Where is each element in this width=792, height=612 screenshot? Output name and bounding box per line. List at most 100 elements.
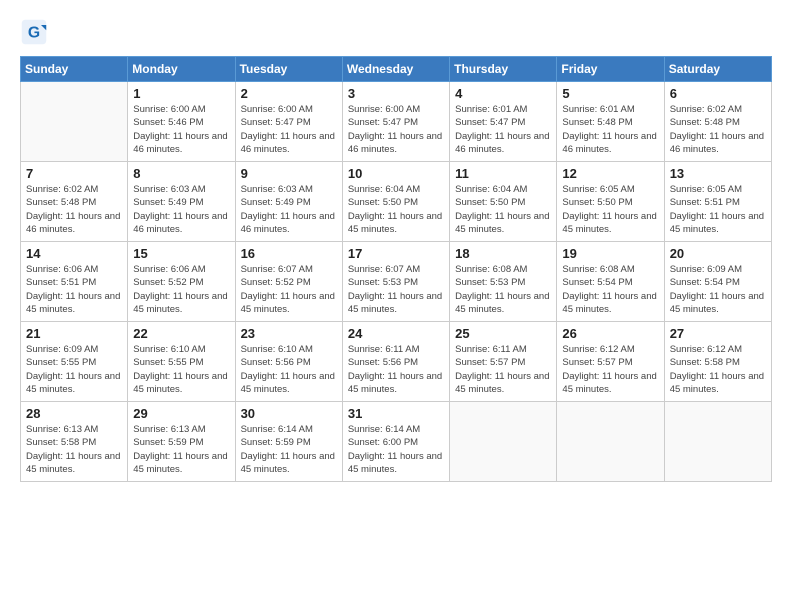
calendar-cell: 2 Sunrise: 6:00 AMSunset: 5:47 PMDaylight… [235,82,342,162]
day-info: Sunrise: 6:13 AMSunset: 5:59 PMDaylight:… [133,423,229,476]
day-number: 30 [241,406,337,421]
day-info: Sunrise: 6:10 AMSunset: 5:56 PMDaylight:… [241,343,337,396]
day-number: 13 [670,166,766,181]
day-info: Sunrise: 6:03 AMSunset: 5:49 PMDaylight:… [241,183,337,236]
calendar-cell: 15 Sunrise: 6:06 AMSunset: 5:52 PMDayligh… [128,242,235,322]
day-number: 14 [26,246,122,261]
day-info: Sunrise: 6:01 AMSunset: 5:48 PMDaylight:… [562,103,658,156]
calendar-cell: 29 Sunrise: 6:13 AMSunset: 5:59 PMDayligh… [128,402,235,482]
day-number: 16 [241,246,337,261]
calendar-cell: 13 Sunrise: 6:05 AMSunset: 5:51 PMDayligh… [664,162,771,242]
day-number: 29 [133,406,229,421]
day-info: Sunrise: 6:04 AMSunset: 5:50 PMDaylight:… [348,183,444,236]
day-info: Sunrise: 6:05 AMSunset: 5:51 PMDaylight:… [670,183,766,236]
day-info: Sunrise: 6:07 AMSunset: 5:53 PMDaylight:… [348,263,444,316]
calendar-cell: 18 Sunrise: 6:08 AMSunset: 5:53 PMDayligh… [450,242,557,322]
weekday-header-saturday: Saturday [664,57,771,82]
day-number: 8 [133,166,229,181]
weekday-header-tuesday: Tuesday [235,57,342,82]
day-number: 28 [26,406,122,421]
calendar-cell: 28 Sunrise: 6:13 AMSunset: 5:58 PMDayligh… [21,402,128,482]
header: G [20,18,772,46]
logo-icon: G [20,18,48,46]
svg-text:G: G [28,24,40,41]
calendar-cell: 25 Sunrise: 6:11 AMSunset: 5:57 PMDayligh… [450,322,557,402]
day-info: Sunrise: 6:08 AMSunset: 5:54 PMDaylight:… [562,263,658,316]
day-info: Sunrise: 6:06 AMSunset: 5:51 PMDaylight:… [26,263,122,316]
day-number: 4 [455,86,551,101]
day-info: Sunrise: 6:12 AMSunset: 5:57 PMDaylight:… [562,343,658,396]
logo: G [20,18,52,46]
calendar-cell: 31 Sunrise: 6:14 AMSunset: 6:00 PMDayligh… [342,402,449,482]
calendar-table: SundayMondayTuesdayWednesdayThursdayFrid… [20,56,772,482]
calendar-cell: 19Sunrise: 6:08 AMSunset: 5:54 PMDayligh… [557,242,664,322]
day-number: 17 [348,246,444,261]
calendar-cell: 1Sunrise: 6:00 AMSunset: 5:46 PMDaylight… [128,82,235,162]
day-number: 24 [348,326,444,341]
day-info: Sunrise: 6:00 AMSunset: 5:47 PMDaylight:… [241,103,337,156]
page: G SundayMondayTuesdayWednesdayThursdayFr… [0,0,792,612]
day-number: 21 [26,326,122,341]
week-row-1: 1Sunrise: 6:00 AMSunset: 5:46 PMDaylight… [21,82,772,162]
day-info: Sunrise: 6:12 AMSunset: 5:58 PMDaylight:… [670,343,766,396]
day-info: Sunrise: 6:10 AMSunset: 5:55 PMDaylight:… [133,343,229,396]
calendar-cell [664,402,771,482]
week-row-2: 7 Sunrise: 6:02 AMSunset: 5:48 PMDaylight… [21,162,772,242]
weekday-header-row: SundayMondayTuesdayWednesdayThursdayFrid… [21,57,772,82]
day-info: Sunrise: 6:00 AMSunset: 5:46 PMDaylight:… [133,103,229,156]
day-info: Sunrise: 6:08 AMSunset: 5:53 PMDaylight:… [455,263,551,316]
day-number: 27 [670,326,766,341]
calendar-cell: 9 Sunrise: 6:03 AMSunset: 5:49 PMDaylight… [235,162,342,242]
day-number: 31 [348,406,444,421]
day-number: 11 [455,166,551,181]
day-number: 18 [455,246,551,261]
day-number: 10 [348,166,444,181]
day-info: Sunrise: 6:13 AMSunset: 5:58 PMDaylight:… [26,423,122,476]
week-row-4: 21 Sunrise: 6:09 AMSunset: 5:55 PMDayligh… [21,322,772,402]
calendar-cell: 6 Sunrise: 6:02 AMSunset: 5:48 PMDaylight… [664,82,771,162]
day-number: 2 [241,86,337,101]
calendar-cell: 7 Sunrise: 6:02 AMSunset: 5:48 PMDaylight… [21,162,128,242]
calendar-cell: 26 Sunrise: 6:12 AMSunset: 5:57 PMDayligh… [557,322,664,402]
day-info: Sunrise: 6:09 AMSunset: 5:54 PMDaylight:… [670,263,766,316]
day-number: 6 [670,86,766,101]
day-number: 22 [133,326,229,341]
day-number: 26 [562,326,658,341]
day-info: Sunrise: 6:02 AMSunset: 5:48 PMDaylight:… [670,103,766,156]
calendar-cell: 8 Sunrise: 6:03 AMSunset: 5:49 PMDaylight… [128,162,235,242]
day-info: Sunrise: 6:09 AMSunset: 5:55 PMDaylight:… [26,343,122,396]
day-info: Sunrise: 6:14 AMSunset: 6:00 PMDaylight:… [348,423,444,476]
calendar-cell: 3Sunrise: 6:00 AMSunset: 5:47 PMDaylight… [342,82,449,162]
week-row-3: 14 Sunrise: 6:06 AMSunset: 5:51 PMDayligh… [21,242,772,322]
day-info: Sunrise: 6:06 AMSunset: 5:52 PMDaylight:… [133,263,229,316]
calendar-cell: 14 Sunrise: 6:06 AMSunset: 5:51 PMDayligh… [21,242,128,322]
weekday-header-sunday: Sunday [21,57,128,82]
calendar-cell: 30Sunrise: 6:14 AMSunset: 5:59 PMDayligh… [235,402,342,482]
day-number: 20 [670,246,766,261]
day-info: Sunrise: 6:05 AMSunset: 5:50 PMDaylight:… [562,183,658,236]
day-number: 9 [241,166,337,181]
weekday-header-monday: Monday [128,57,235,82]
calendar-header: SundayMondayTuesdayWednesdayThursdayFrid… [21,57,772,82]
calendar-cell: 24 Sunrise: 6:11 AMSunset: 5:56 PMDayligh… [342,322,449,402]
day-number: 23 [241,326,337,341]
day-info: Sunrise: 6:03 AMSunset: 5:49 PMDaylight:… [133,183,229,236]
calendar-cell: 5 Sunrise: 6:01 AMSunset: 5:48 PMDaylight… [557,82,664,162]
day-info: Sunrise: 6:11 AMSunset: 5:56 PMDaylight:… [348,343,444,396]
day-info: Sunrise: 6:01 AMSunset: 5:47 PMDaylight:… [455,103,551,156]
day-info: Sunrise: 6:00 AMSunset: 5:47 PMDaylight:… [348,103,444,156]
calendar-cell [450,402,557,482]
day-number: 25 [455,326,551,341]
day-number: 5 [562,86,658,101]
day-number: 7 [26,166,122,181]
calendar-cell: 21 Sunrise: 6:09 AMSunset: 5:55 PMDayligh… [21,322,128,402]
day-info: Sunrise: 6:11 AMSunset: 5:57 PMDaylight:… [455,343,551,396]
calendar-body: 1Sunrise: 6:00 AMSunset: 5:46 PMDaylight… [21,82,772,482]
calendar-cell [557,402,664,482]
day-number: 12 [562,166,658,181]
calendar-cell [21,82,128,162]
weekday-header-thursday: Thursday [450,57,557,82]
day-info: Sunrise: 6:07 AMSunset: 5:52 PMDaylight:… [241,263,337,316]
day-number: 15 [133,246,229,261]
day-info: Sunrise: 6:02 AMSunset: 5:48 PMDaylight:… [26,183,122,236]
